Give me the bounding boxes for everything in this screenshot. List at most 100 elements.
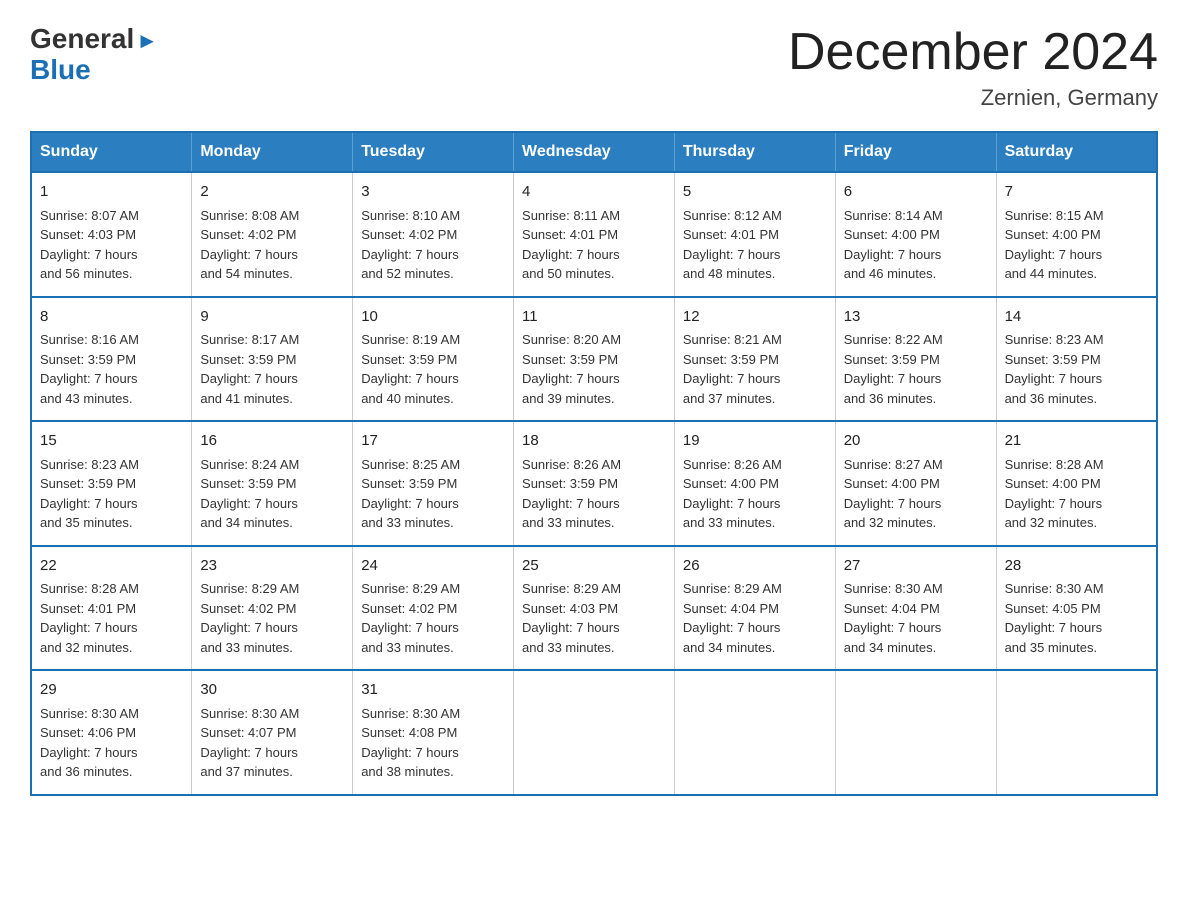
calendar-day-cell: 18Sunrise: 8:26 AMSunset: 3:59 PMDayligh… bbox=[514, 421, 675, 546]
calendar-day-cell: 5Sunrise: 8:12 AMSunset: 4:01 PMDaylight… bbox=[674, 172, 835, 297]
day-info: Sunrise: 8:16 AMSunset: 3:59 PMDaylight:… bbox=[40, 330, 183, 408]
calendar-day-cell: 20Sunrise: 8:27 AMSunset: 4:00 PMDayligh… bbox=[835, 421, 996, 546]
day-info: Sunrise: 8:12 AMSunset: 4:01 PMDaylight:… bbox=[683, 206, 827, 284]
day-number: 22 bbox=[40, 555, 183, 578]
day-info: Sunrise: 8:23 AMSunset: 3:59 PMDaylight:… bbox=[40, 455, 183, 533]
day-info: Sunrise: 8:20 AMSunset: 3:59 PMDaylight:… bbox=[522, 330, 666, 408]
calendar-day-cell: 17Sunrise: 8:25 AMSunset: 3:59 PMDayligh… bbox=[353, 421, 514, 546]
calendar-day-cell bbox=[835, 670, 996, 795]
calendar-day-cell: 27Sunrise: 8:30 AMSunset: 4:04 PMDayligh… bbox=[835, 546, 996, 671]
calendar-main-title: December 2024 bbox=[788, 24, 1158, 81]
calendar-day-cell: 1Sunrise: 8:07 AMSunset: 4:03 PMDaylight… bbox=[31, 172, 192, 297]
calendar-day-cell: 3Sunrise: 8:10 AMSunset: 4:02 PMDaylight… bbox=[353, 172, 514, 297]
calendar-header-row: SundayMondayTuesdayWednesdayThursdayFrid… bbox=[31, 132, 1157, 172]
weekday-header-thursday: Thursday bbox=[674, 132, 835, 172]
day-number: 29 bbox=[40, 679, 183, 702]
day-info: Sunrise: 8:29 AMSunset: 4:02 PMDaylight:… bbox=[200, 579, 344, 657]
calendar-day-cell: 30Sunrise: 8:30 AMSunset: 4:07 PMDayligh… bbox=[192, 670, 353, 795]
day-number: 15 bbox=[40, 430, 183, 453]
calendar-day-cell: 28Sunrise: 8:30 AMSunset: 4:05 PMDayligh… bbox=[996, 546, 1157, 671]
logo: General► Blue bbox=[30, 24, 158, 86]
day-info: Sunrise: 8:26 AMSunset: 4:00 PMDaylight:… bbox=[683, 455, 827, 533]
weekday-header-wednesday: Wednesday bbox=[514, 132, 675, 172]
day-number: 2 bbox=[200, 181, 344, 204]
day-info: Sunrise: 8:14 AMSunset: 4:00 PMDaylight:… bbox=[844, 206, 988, 284]
calendar-week-row: 15Sunrise: 8:23 AMSunset: 3:59 PMDayligh… bbox=[31, 421, 1157, 546]
day-number: 30 bbox=[200, 679, 344, 702]
day-number: 13 bbox=[844, 306, 988, 329]
day-info: Sunrise: 8:19 AMSunset: 3:59 PMDaylight:… bbox=[361, 330, 505, 408]
day-number: 10 bbox=[361, 306, 505, 329]
day-info: Sunrise: 8:23 AMSunset: 3:59 PMDaylight:… bbox=[1005, 330, 1148, 408]
day-info: Sunrise: 8:25 AMSunset: 3:59 PMDaylight:… bbox=[361, 455, 505, 533]
day-number: 19 bbox=[683, 430, 827, 453]
calendar-day-cell: 15Sunrise: 8:23 AMSunset: 3:59 PMDayligh… bbox=[31, 421, 192, 546]
calendar-day-cell: 14Sunrise: 8:23 AMSunset: 3:59 PMDayligh… bbox=[996, 297, 1157, 422]
day-info: Sunrise: 8:11 AMSunset: 4:01 PMDaylight:… bbox=[522, 206, 666, 284]
calendar-day-cell: 2Sunrise: 8:08 AMSunset: 4:02 PMDaylight… bbox=[192, 172, 353, 297]
day-number: 1 bbox=[40, 181, 183, 204]
day-number: 8 bbox=[40, 306, 183, 329]
calendar-week-row: 1Sunrise: 8:07 AMSunset: 4:03 PMDaylight… bbox=[31, 172, 1157, 297]
calendar-day-cell bbox=[514, 670, 675, 795]
calendar-day-cell: 31Sunrise: 8:30 AMSunset: 4:08 PMDayligh… bbox=[353, 670, 514, 795]
calendar-week-row: 22Sunrise: 8:28 AMSunset: 4:01 PMDayligh… bbox=[31, 546, 1157, 671]
day-info: Sunrise: 8:10 AMSunset: 4:02 PMDaylight:… bbox=[361, 206, 505, 284]
day-number: 12 bbox=[683, 306, 827, 329]
calendar-day-cell: 12Sunrise: 8:21 AMSunset: 3:59 PMDayligh… bbox=[674, 297, 835, 422]
calendar-week-row: 29Sunrise: 8:30 AMSunset: 4:06 PMDayligh… bbox=[31, 670, 1157, 795]
day-info: Sunrise: 8:30 AMSunset: 4:07 PMDaylight:… bbox=[200, 704, 344, 782]
day-info: Sunrise: 8:15 AMSunset: 4:00 PMDaylight:… bbox=[1005, 206, 1148, 284]
calendar-title-block: December 2024 Zernien, Germany bbox=[788, 24, 1158, 111]
page-header: General► Blue December 2024 Zernien, Ger… bbox=[30, 24, 1158, 111]
day-info: Sunrise: 8:21 AMSunset: 3:59 PMDaylight:… bbox=[683, 330, 827, 408]
day-number: 9 bbox=[200, 306, 344, 329]
day-info: Sunrise: 8:30 AMSunset: 4:06 PMDaylight:… bbox=[40, 704, 183, 782]
calendar-subtitle: Zernien, Germany bbox=[788, 85, 1158, 111]
weekday-header-saturday: Saturday bbox=[996, 132, 1157, 172]
calendar-day-cell: 8Sunrise: 8:16 AMSunset: 3:59 PMDaylight… bbox=[31, 297, 192, 422]
day-number: 27 bbox=[844, 555, 988, 578]
day-number: 4 bbox=[522, 181, 666, 204]
day-info: Sunrise: 8:30 AMSunset: 4:08 PMDaylight:… bbox=[361, 704, 505, 782]
day-number: 23 bbox=[200, 555, 344, 578]
calendar-day-cell bbox=[996, 670, 1157, 795]
day-info: Sunrise: 8:22 AMSunset: 3:59 PMDaylight:… bbox=[844, 330, 988, 408]
day-number: 25 bbox=[522, 555, 666, 578]
calendar-day-cell: 11Sunrise: 8:20 AMSunset: 3:59 PMDayligh… bbox=[514, 297, 675, 422]
calendar-day-cell: 4Sunrise: 8:11 AMSunset: 4:01 PMDaylight… bbox=[514, 172, 675, 297]
day-number: 31 bbox=[361, 679, 505, 702]
calendar-day-cell: 7Sunrise: 8:15 AMSunset: 4:00 PMDaylight… bbox=[996, 172, 1157, 297]
weekday-header-tuesday: Tuesday bbox=[353, 132, 514, 172]
day-info: Sunrise: 8:29 AMSunset: 4:03 PMDaylight:… bbox=[522, 579, 666, 657]
day-info: Sunrise: 8:08 AMSunset: 4:02 PMDaylight:… bbox=[200, 206, 344, 284]
day-number: 7 bbox=[1005, 181, 1148, 204]
calendar-day-cell: 26Sunrise: 8:29 AMSunset: 4:04 PMDayligh… bbox=[674, 546, 835, 671]
day-info: Sunrise: 8:30 AMSunset: 4:05 PMDaylight:… bbox=[1005, 579, 1148, 657]
day-info: Sunrise: 8:26 AMSunset: 3:59 PMDaylight:… bbox=[522, 455, 666, 533]
calendar-day-cell: 22Sunrise: 8:28 AMSunset: 4:01 PMDayligh… bbox=[31, 546, 192, 671]
day-number: 3 bbox=[361, 181, 505, 204]
calendar-day-cell: 25Sunrise: 8:29 AMSunset: 4:03 PMDayligh… bbox=[514, 546, 675, 671]
calendar-day-cell: 13Sunrise: 8:22 AMSunset: 3:59 PMDayligh… bbox=[835, 297, 996, 422]
day-info: Sunrise: 8:24 AMSunset: 3:59 PMDaylight:… bbox=[200, 455, 344, 533]
day-number: 5 bbox=[683, 181, 827, 204]
logo-arrow-icon: ► bbox=[136, 28, 158, 53]
weekday-header-sunday: Sunday bbox=[31, 132, 192, 172]
logo-blue-text: Blue bbox=[30, 55, 158, 86]
day-number: 11 bbox=[522, 306, 666, 329]
day-info: Sunrise: 8:29 AMSunset: 4:02 PMDaylight:… bbox=[361, 579, 505, 657]
day-number: 24 bbox=[361, 555, 505, 578]
day-info: Sunrise: 8:28 AMSunset: 4:00 PMDaylight:… bbox=[1005, 455, 1148, 533]
calendar-day-cell: 6Sunrise: 8:14 AMSunset: 4:00 PMDaylight… bbox=[835, 172, 996, 297]
calendar-day-cell bbox=[674, 670, 835, 795]
weekday-header-friday: Friday bbox=[835, 132, 996, 172]
calendar-day-cell: 10Sunrise: 8:19 AMSunset: 3:59 PMDayligh… bbox=[353, 297, 514, 422]
day-info: Sunrise: 8:29 AMSunset: 4:04 PMDaylight:… bbox=[683, 579, 827, 657]
day-info: Sunrise: 8:28 AMSunset: 4:01 PMDaylight:… bbox=[40, 579, 183, 657]
calendar-day-cell: 16Sunrise: 8:24 AMSunset: 3:59 PMDayligh… bbox=[192, 421, 353, 546]
day-number: 16 bbox=[200, 430, 344, 453]
day-number: 21 bbox=[1005, 430, 1148, 453]
weekday-header-monday: Monday bbox=[192, 132, 353, 172]
day-info: Sunrise: 8:17 AMSunset: 3:59 PMDaylight:… bbox=[200, 330, 344, 408]
